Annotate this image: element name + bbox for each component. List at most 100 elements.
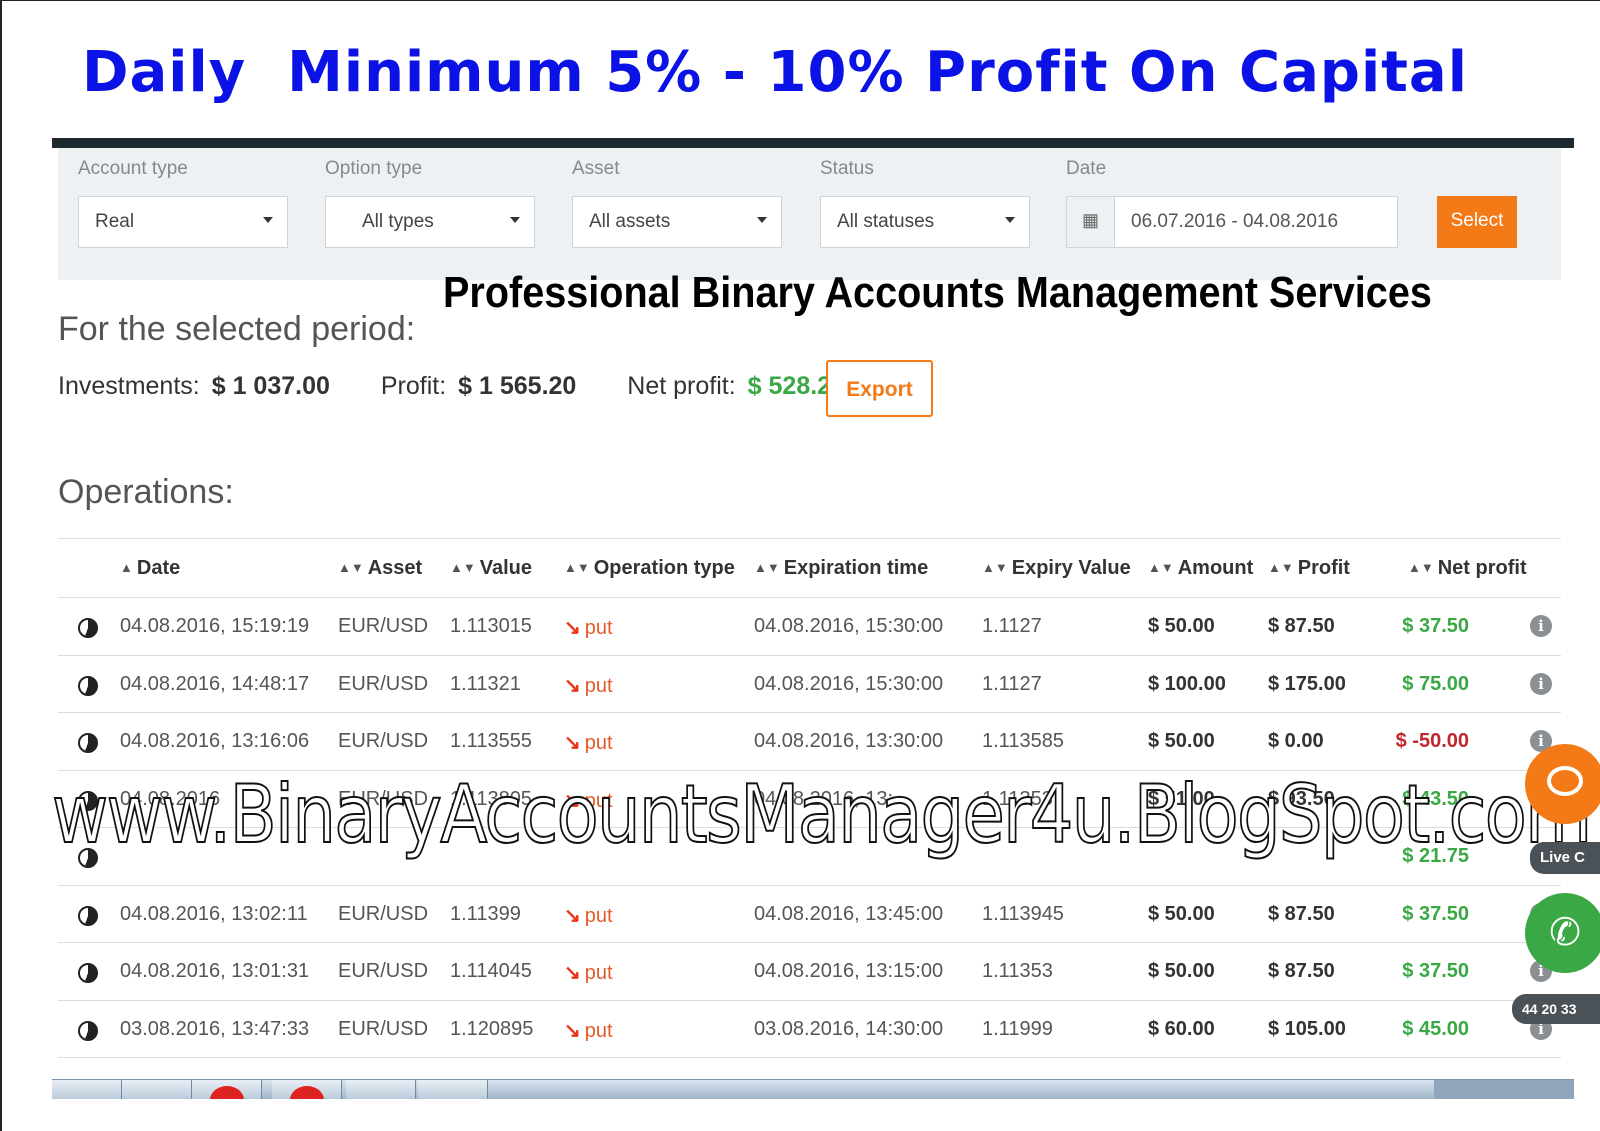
table-row[interactable]: 04.08.2016, 13:02:11 EUR/USD 1.11399 ↘ put 04…	[58, 886, 1561, 943]
column-header-value[interactable]: ▲▼ Value	[450, 557, 532, 580]
cell-amount: $ 100.00	[1148, 672, 1226, 695]
phone-button[interactable]: ✆	[1525, 893, 1600, 973]
cell-value: 1.120895	[450, 1017, 534, 1040]
info-icon[interactable]: i	[1530, 615, 1552, 637]
cell-value: 1.11399	[450, 902, 521, 925]
watermark-text: www.BinaryAccountsManager4u.BlogSpot.com	[51, 767, 1593, 862]
app-icon	[290, 1086, 324, 1099]
column-header-asset[interactable]: ▲▼ Asset	[338, 557, 422, 580]
cell-value: 1.113555	[450, 730, 532, 752]
cell-net: $ 37.50	[1402, 902, 1469, 925]
cell-expiration: 03.08.2016, 14:30:00	[754, 1017, 944, 1040]
sort-icon: ▲▼	[564, 560, 590, 575]
cell-value: 1.113015	[450, 615, 532, 637]
date-label: Date	[1066, 158, 1107, 179]
table-row[interactable]: 03.08.2016, 13:47:33 EUR/USD 1.120895 ↘ put 0…	[58, 1001, 1561, 1058]
cell-amount: $ 50.00	[1148, 730, 1215, 752]
clock-icon	[78, 675, 98, 696]
sort-icon: ▲▼	[1148, 560, 1174, 575]
cell-expiry-value: 1.11999	[982, 1017, 1053, 1040]
table-header: ▲ Date ▲▼ Asset ▲▼ Value ▲▼ Operation type ▲…	[58, 538, 1561, 598]
cell-expiration: 04.08.2016, 13:15:00	[754, 960, 944, 982]
table-row[interactable]: 04.08.2016, 13:01:31 EUR/USD 1.114045 ↘ put 0…	[58, 943, 1561, 1001]
cell-profit: $ 0.00	[1268, 730, 1324, 752]
status-value: All statuses	[837, 211, 935, 232]
date-range-input[interactable]: ▦ 06.07.2016 - 04.08.2016	[1066, 196, 1398, 248]
arrow-down-right-icon: ↘	[564, 732, 581, 754]
arrow-down-right-icon: ↘	[564, 1019, 581, 1042]
account-type-value: Real	[95, 211, 135, 232]
cell-date: 04.08.2016, 14:48:17	[120, 672, 310, 695]
select-button[interactable]: Select	[1437, 196, 1517, 248]
column-header-expiry-value[interactable]: ▲▼ Expiry Value	[982, 557, 1131, 580]
cell-asset: EUR/USD	[338, 730, 429, 752]
account-type-select[interactable]: Real	[78, 196, 288, 248]
table-row[interactable]: 04.08.2016, 13:16:06 EUR/USD 1.113555 ↘ put 0…	[58, 713, 1561, 771]
status-select[interactable]: All statuses	[820, 196, 1030, 248]
services-caption: Professional Binary Accounts Management …	[443, 268, 1432, 317]
net-profit-label: Net profit:	[627, 372, 736, 400]
calendar-icon[interactable]: ▦	[1067, 197, 1115, 247]
sort-icon: ▲▼	[338, 560, 364, 575]
chevron-down-icon	[263, 217, 273, 223]
live-chat-label[interactable]: Live C	[1530, 842, 1600, 874]
export-button[interactable]: Export	[826, 360, 933, 417]
cell-amount: $ 50.00	[1148, 960, 1215, 982]
column-header-operation-type[interactable]: ▲▼ Operation type	[564, 557, 735, 580]
taskbar-item[interactable]	[272, 1080, 342, 1099]
cell-expiration: 04.08.2016, 15:30:00	[754, 672, 944, 695]
asset-select[interactable]: All assets	[572, 196, 782, 248]
column-header-amount[interactable]: ▲▼ Amount	[1148, 557, 1253, 580]
cell-profit: $ 87.50	[1268, 615, 1335, 637]
phone-number-label[interactable]: 44 20 33	[1512, 994, 1600, 1024]
operation-type-text: put	[584, 674, 613, 697]
operation-type-text: put	[584, 962, 613, 984]
cell-expiration: 04.08.2016, 13:30:00	[754, 730, 944, 752]
sort-icon: ▲▼	[754, 560, 780, 575]
cell-asset: EUR/USD	[338, 672, 429, 695]
operations-heading: Operations:	[58, 473, 234, 511]
cell-type: ↘ put	[564, 960, 613, 985]
column-header-profit[interactable]: ▲▼ Profit	[1268, 557, 1350, 580]
asset-label: Asset	[572, 158, 620, 179]
summary-stats: Investments: $ 1 037.00 Profit: $ 1 565.20…	[58, 372, 889, 401]
clock-icon	[78, 905, 98, 926]
live-chat-button[interactable]	[1525, 744, 1600, 824]
taskbar-start-button[interactable]	[52, 1080, 122, 1099]
cell-net: $ -50.00	[1395, 730, 1469, 752]
info-icon[interactable]: i	[1530, 672, 1552, 695]
cell-expiration: 04.08.2016, 13:45:00	[754, 902, 944, 925]
chevron-down-icon	[1005, 217, 1015, 223]
cell-expiry-value: 1.1127	[982, 672, 1042, 695]
cell-amount: $ 60.00	[1148, 1017, 1215, 1040]
arrow-down-right-icon: ↘	[564, 674, 581, 697]
investments-value: $ 1 037.00	[211, 372, 330, 400]
column-header-date[interactable]: ▲ Date	[120, 557, 180, 580]
column-header-net-profit[interactable]: ▲▼ Net profit	[1408, 557, 1527, 580]
account-type-label: Account type	[78, 158, 188, 179]
arrow-down-right-icon: ↘	[564, 617, 581, 639]
taskbar-item[interactable]	[346, 1080, 416, 1099]
profit-label: Profit:	[380, 372, 447, 400]
period-heading: For the selected period:	[58, 310, 416, 348]
cell-type: ↘ put	[564, 615, 613, 640]
cell-net: $ 75.00	[1402, 672, 1469, 695]
cell-asset: EUR/USD	[338, 960, 429, 982]
profit-value: $ 1 565.20	[458, 372, 577, 400]
cell-asset: EUR/USD	[338, 902, 429, 925]
cell-net: $ 45.00	[1402, 1017, 1469, 1040]
clock-icon	[78, 618, 98, 638]
option-type-select[interactable]: All types	[325, 196, 535, 248]
arrow-down-right-icon: ↘	[564, 962, 581, 984]
taskbar-item[interactable]	[192, 1080, 262, 1099]
taskbar-item[interactable]	[418, 1080, 488, 1099]
cell-date: 04.08.2016, 13:02:11	[120, 902, 308, 925]
cell-value: 1.11321	[450, 672, 521, 695]
operation-type-text: put	[584, 617, 613, 639]
column-header-expiration-time[interactable]: ▲▼ Expiration time	[754, 557, 928, 580]
taskbar-item[interactable]	[122, 1080, 192, 1099]
table-row[interactable]: 04.08.2016, 14:48:17 EUR/USD 1.11321 ↘ put 04…	[58, 656, 1561, 713]
sort-icon: ▲▼	[450, 560, 476, 575]
system-tray	[1434, 1080, 1574, 1099]
table-row[interactable]: 04.08.2016, 15:19:19 EUR/USD 1.113015 ↘ put 0…	[58, 598, 1561, 656]
